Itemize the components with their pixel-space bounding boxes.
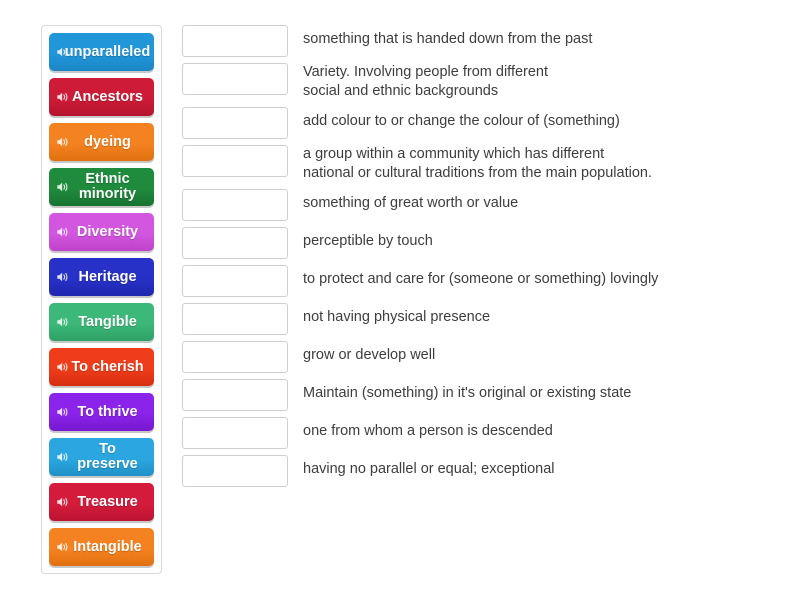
- word-tile[interactable]: Tangible: [49, 303, 154, 341]
- definition-text: grow or develop well: [303, 347, 436, 363]
- word-tile[interactable]: Treasure: [49, 483, 154, 521]
- word-tile[interactable]: To thrive: [49, 393, 154, 431]
- speaker-icon[interactable]: [56, 360, 70, 374]
- word-tiles-panel: unparalleled Ancestors dyeing Ethnic minori…: [41, 25, 162, 574]
- answer-drop-box[interactable]: [182, 189, 288, 221]
- answer-row: something that is handed down from the p…: [182, 25, 792, 57]
- answer-drop-box[interactable]: [182, 107, 288, 139]
- answer-row: having no parallel or equal; exceptional: [182, 455, 792, 487]
- answer-drop-box[interactable]: [182, 63, 288, 95]
- answer-row: one from whom a person is descended: [182, 417, 792, 449]
- speaker-icon[interactable]: [56, 450, 70, 464]
- word-tile[interactable]: dyeing: [49, 123, 154, 161]
- speaker-icon[interactable]: [56, 45, 70, 59]
- definition-text: something that is handed down from the p…: [303, 31, 593, 47]
- speaker-icon[interactable]: [56, 315, 70, 329]
- definition-text: to protect and care for (someone or some…: [303, 271, 659, 287]
- word-tile-label: Intangible: [73, 538, 142, 555]
- answer-row: add colour to or change the colour of (s…: [182, 107, 792, 139]
- answer-drop-box[interactable]: [182, 341, 288, 373]
- word-tile[interactable]: Ethnic minority: [49, 168, 154, 206]
- word-tile-label: Ethnic minority: [78, 171, 137, 202]
- answer-row: grow or develop well: [182, 341, 792, 373]
- definition-text: add colour to or change the colour of (s…: [303, 113, 620, 129]
- word-tile[interactable]: To preserve: [49, 438, 154, 476]
- speaker-icon[interactable]: [56, 405, 70, 419]
- word-tile[interactable]: Intangible: [49, 528, 154, 566]
- word-tile-label: Treasure: [77, 493, 138, 510]
- answer-drop-box[interactable]: [182, 455, 288, 487]
- definition-text: something of great worth or value: [303, 195, 519, 211]
- definition-text: perceptible by touch: [303, 233, 433, 249]
- definition-text: Variety. Involving people from different…: [303, 64, 549, 99]
- answer-row: something of great worth or value: [182, 189, 792, 221]
- word-tile[interactable]: unparalleled: [49, 33, 154, 71]
- speaker-icon[interactable]: [56, 135, 70, 149]
- answer-drop-box[interactable]: [182, 145, 288, 177]
- word-tile-label: To preserve: [77, 441, 138, 472]
- definition-text: having no parallel or equal; exceptional: [303, 461, 555, 477]
- speaker-icon[interactable]: [56, 180, 70, 194]
- definition-text: Maintain (something) in it's original or…: [303, 385, 632, 401]
- word-tile[interactable]: Heritage: [49, 258, 154, 296]
- word-tile-label: Tangible: [78, 313, 137, 330]
- answer-drop-box[interactable]: [182, 417, 288, 449]
- answer-drop-box[interactable]: [182, 265, 288, 297]
- answer-row: not having physical presence: [182, 303, 792, 335]
- answer-row: Maintain (something) in it's original or…: [182, 379, 792, 411]
- word-tile[interactable]: Diversity: [49, 213, 154, 251]
- answer-drop-box[interactable]: [182, 379, 288, 411]
- speaker-icon[interactable]: [56, 270, 70, 284]
- answer-row: a group within a community which has dif…: [182, 145, 792, 183]
- definition-answers-panel: something that is handed down from the p…: [182, 25, 792, 493]
- speaker-icon[interactable]: [56, 540, 70, 554]
- word-tile-label: Heritage: [78, 268, 137, 285]
- definition-text: not having physical presence: [303, 309, 491, 325]
- word-tile-label: dyeing: [84, 133, 131, 150]
- answer-row: perceptible by touch: [182, 227, 792, 259]
- answer-drop-box[interactable]: [182, 303, 288, 335]
- word-tile[interactable]: To cherish: [49, 348, 154, 386]
- word-tile[interactable]: Ancestors: [49, 78, 154, 116]
- word-tile-label: Diversity: [76, 223, 139, 240]
- speaker-icon[interactable]: [56, 495, 70, 509]
- match-up-activity: unparalleled Ancestors dyeing Ethnic minori…: [0, 0, 800, 600]
- answer-row: Variety. Involving people from different…: [182, 63, 792, 101]
- definition-text: one from whom a person is descended: [303, 423, 553, 439]
- answer-row: to protect and care for (someone or some…: [182, 265, 792, 297]
- word-tile-label: To thrive: [77, 403, 138, 420]
- answer-drop-box[interactable]: [182, 227, 288, 259]
- answer-drop-box[interactable]: [182, 25, 288, 57]
- speaker-icon[interactable]: [56, 90, 70, 104]
- speaker-icon[interactable]: [56, 225, 70, 239]
- definition-text: a group within a community which has dif…: [303, 146, 652, 181]
